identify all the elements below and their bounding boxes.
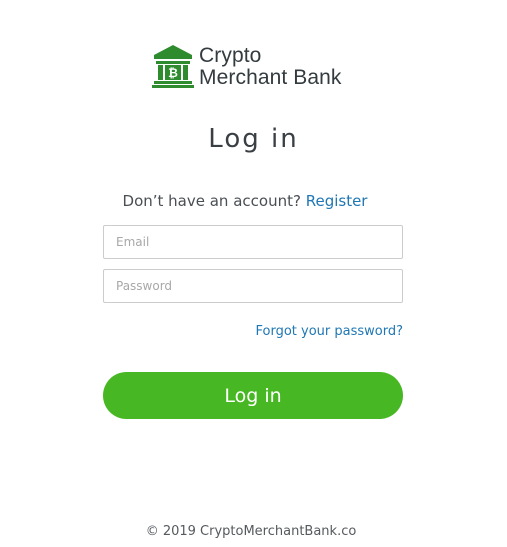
footer-copyright: © 2019 CryptoMerchantBank.co xyxy=(145,524,357,539)
svg-text:₿: ₿ xyxy=(168,66,178,80)
brand-name-line1: Crypto xyxy=(199,44,262,67)
brand-name: Crypto Merchant Bank xyxy=(199,45,342,89)
register-link[interactable]: Register xyxy=(306,192,368,210)
brand-logo[interactable]: ₿ Crypto Merchant Bank xyxy=(152,44,362,92)
register-prompt: Don’t have an account? xyxy=(122,192,301,210)
bank-bitcoin-icon: ₿ xyxy=(152,45,194,88)
brand-name-line2: Merchant Bank xyxy=(199,66,342,89)
email-field[interactable] xyxy=(103,225,403,259)
login-button[interactable]: Log in xyxy=(103,372,403,419)
register-prompt-line: Don’t have an account? Register xyxy=(0,192,490,210)
password-field[interactable] xyxy=(103,269,403,303)
forgot-password-link[interactable]: Forgot your password? xyxy=(255,324,403,339)
page-title: Log in xyxy=(208,124,299,154)
login-page: ₿ Crypto Merchant Bank Log in Don’t have… xyxy=(0,0,507,547)
